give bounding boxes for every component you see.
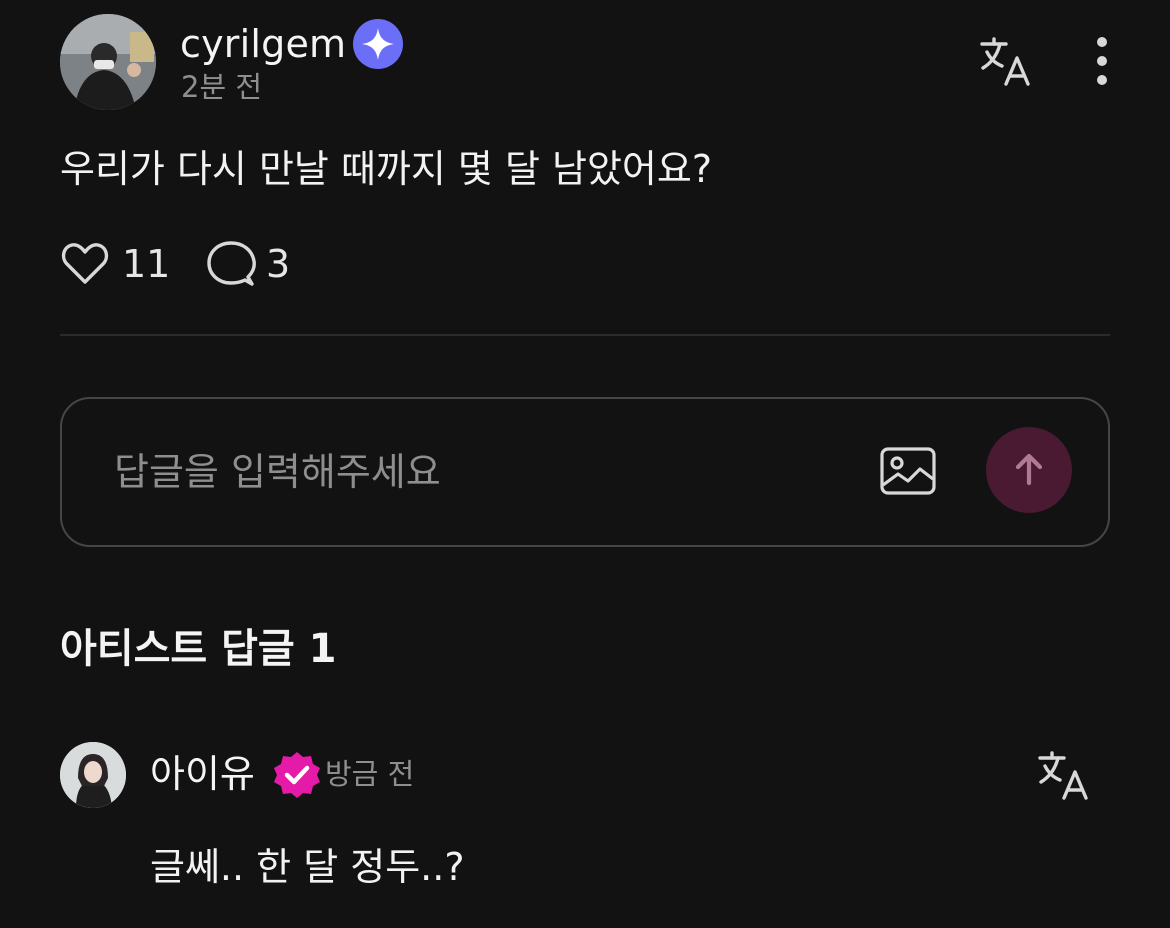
check-badge-icon [272, 750, 322, 800]
artist-avatar[interactable] [60, 742, 126, 808]
heart-icon [61, 243, 109, 284]
translate-icon[interactable] [978, 34, 1034, 90]
sparkle-badge-icon [352, 18, 404, 70]
arrow-up-icon [1015, 453, 1043, 486]
like-button[interactable]: 11 [58, 238, 170, 290]
reply-composer [60, 397, 1110, 547]
attach-image-button[interactable] [878, 441, 938, 501]
artist-replies-title: 아티스트 답글 1 [60, 626, 337, 672]
like-count: 11 [122, 242, 171, 286]
reply-input[interactable] [112, 439, 796, 505]
reply-text: 글쎄.. 한 달 정두..? [150, 845, 465, 889]
post-text: 우리가 다시 만날 때까지 몇 달 남았어요? [60, 147, 713, 191]
comment-button[interactable]: 3 [204, 238, 290, 290]
avatar-photo [60, 14, 156, 110]
avatar-photo [60, 742, 126, 808]
more-vertical-icon[interactable] [1090, 36, 1114, 86]
translate-icon[interactable] [1036, 748, 1092, 804]
image-icon [880, 447, 936, 495]
send-button[interactable] [986, 427, 1072, 513]
divider [60, 334, 1110, 336]
artist-name[interactable]: 아이유 [150, 748, 255, 800]
author-username[interactable]: cyrilgem [180, 20, 346, 68]
comment-count: 3 [266, 242, 291, 286]
post-time: 2분 전 [181, 70, 263, 104]
reply-time: 방금 전 [325, 757, 415, 791]
speech-bubble-icon [207, 241, 256, 286]
author-avatar[interactable] [60, 14, 156, 110]
